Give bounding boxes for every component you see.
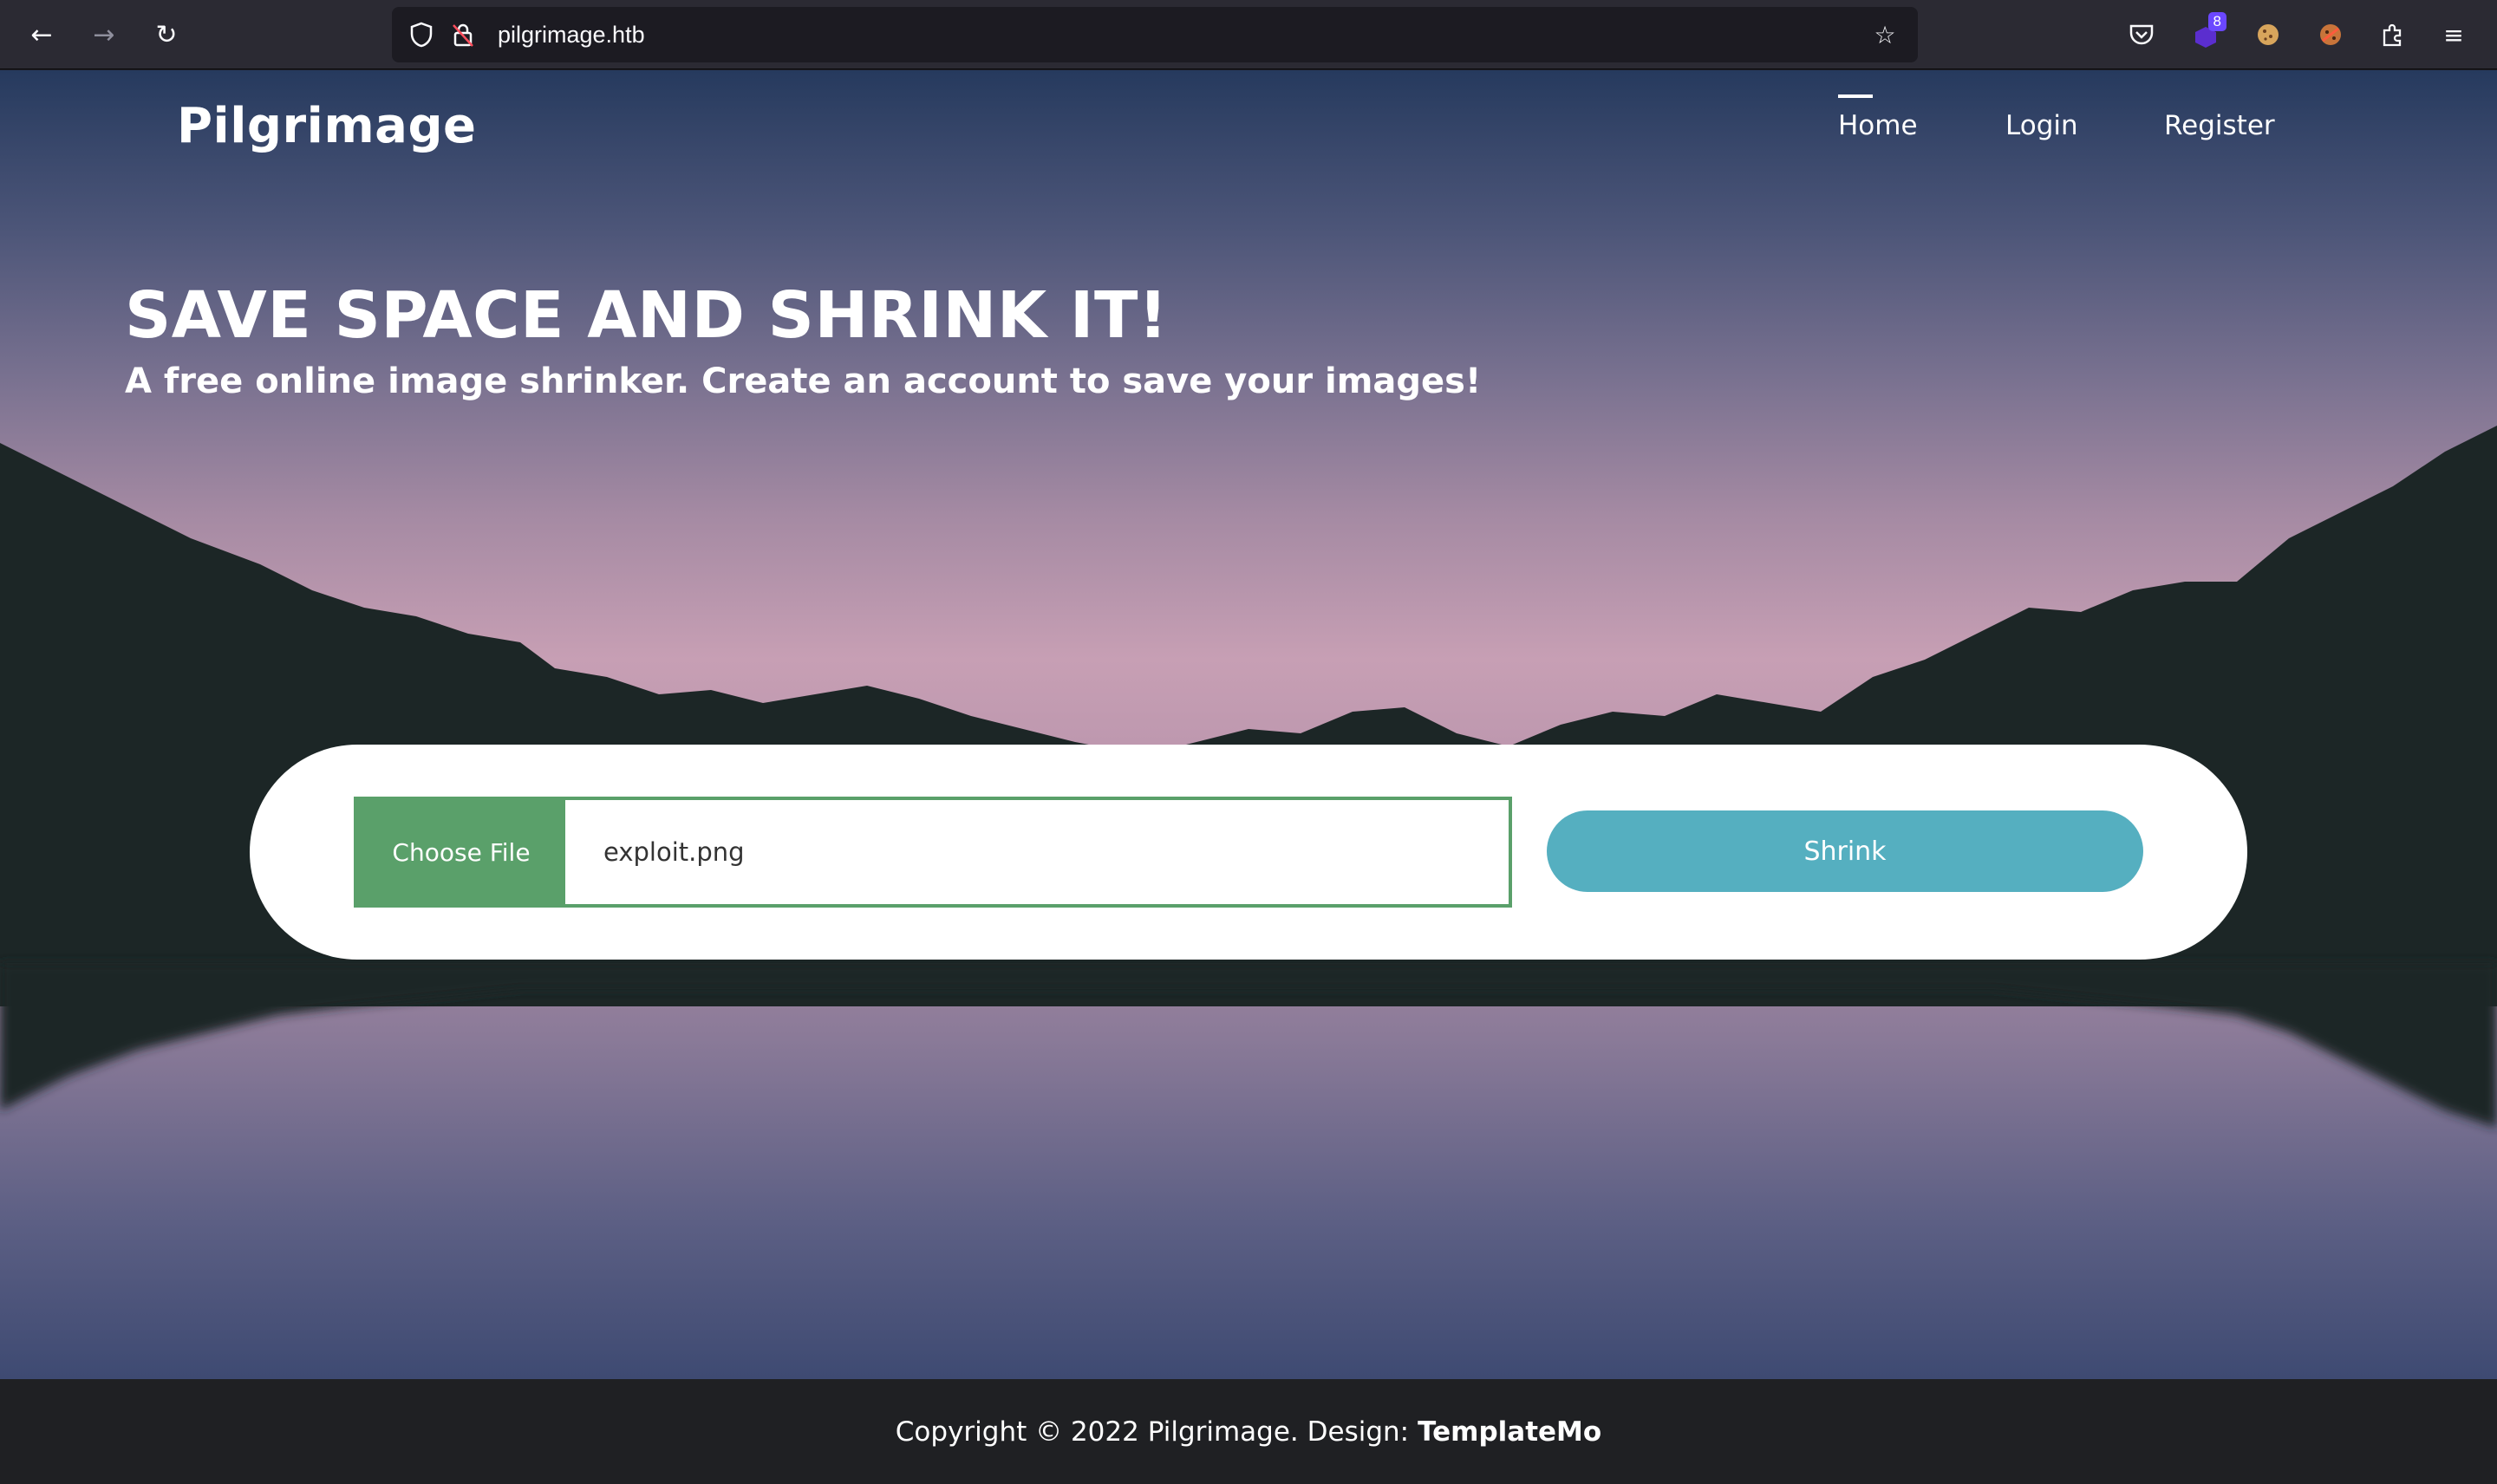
site-footer: Copyright © 2022 Pilgrimage. Design: Tem…	[0, 1379, 2497, 1484]
menu-hamburger-icon[interactable]: ≡	[2433, 14, 2474, 55]
page-viewport: Pilgrimage Home Login Register SAVE SPAC…	[0, 70, 2497, 1379]
shield-icon[interactable]	[402, 16, 440, 54]
extension-badge: 8	[2207, 12, 2226, 31]
selected-file-name: exploit.png	[603, 837, 745, 867]
url-text[interactable]: pilgrimage.htb	[498, 7, 645, 62]
reload-icon[interactable]: ↻	[147, 16, 186, 54]
file-input[interactable]: Choose File exploit.png	[354, 797, 1512, 908]
nav-home[interactable]: Home	[1838, 94, 1918, 141]
mountain-lake-background	[0, 426, 2497, 1128]
address-bar[interactable]: pilgrimage.htb ☆	[392, 7, 1918, 62]
shrink-button[interactable]: Shrink	[1547, 810, 2143, 892]
footer-link-templatemo[interactable]: TemplateMo	[1418, 1416, 1601, 1448]
browser-toolbar: ← → ↻ pilgrimage.htb ☆ 8 ≡	[0, 0, 2497, 69]
bookmark-star-icon[interactable]: ☆	[1866, 16, 1904, 54]
extension-hexagon-icon[interactable]: 8	[2185, 12, 2226, 55]
nav-register[interactable]: Register	[2164, 110, 2275, 141]
insecure-lock-icon[interactable]	[444, 16, 482, 54]
site-brand[interactable]: Pilgrimage	[177, 98, 477, 154]
hero-subline: A free online image shrinker. Create an …	[125, 361, 1482, 401]
back-icon[interactable]: ←	[23, 16, 61, 54]
footer-copyright: Copyright © 2022 Pilgrimage. Design:	[895, 1416, 1410, 1448]
forward-icon[interactable]: →	[85, 16, 123, 54]
pocket-icon[interactable]	[2121, 14, 2162, 55]
cookie-icon[interactable]	[2247, 14, 2289, 55]
nav-login[interactable]: Login	[2005, 110, 2078, 141]
extensions-puzzle-icon[interactable]	[2372, 14, 2414, 55]
choose-file-button[interactable]: Choose File	[357, 800, 565, 904]
hero-headline: SAVE SPACE AND SHRINK IT!	[125, 278, 1169, 353]
upload-form: Choose File exploit.png Shrink	[250, 745, 2247, 960]
cookie-editor-icon[interactable]	[2310, 14, 2351, 55]
